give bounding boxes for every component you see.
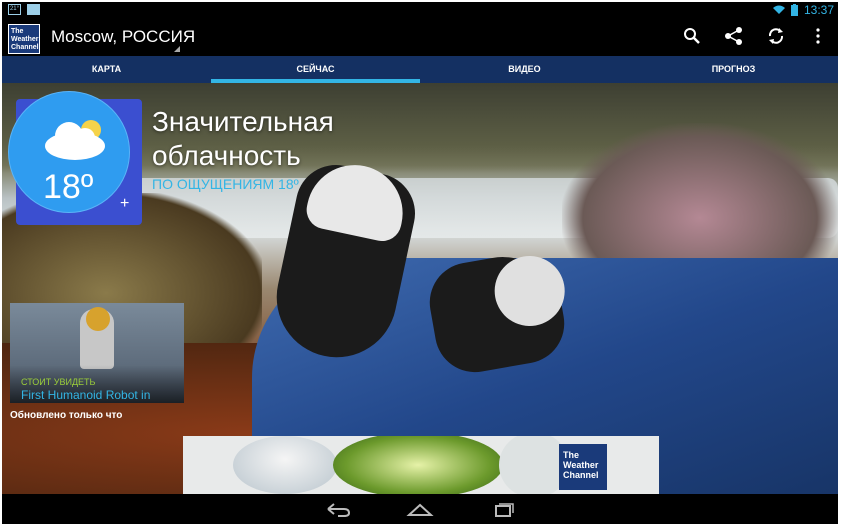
navigation-bar: [2, 494, 838, 524]
news-title[interactable]: First Humanoid Robot in: [21, 388, 150, 402]
tab-map[interactable]: КАРТА: [2, 56, 211, 83]
overflow-menu-icon[interactable]: [808, 24, 828, 48]
weather-notification-icon: 21°: [8, 4, 21, 15]
news-kicker: СТОИТ УВИДЕТЬ: [21, 377, 96, 387]
status-bar: 21° 13:37: [2, 2, 838, 18]
featured-news-card[interactable]: СТОИТ УВИДЕТЬ First Humanoid Robot in: [10, 303, 184, 403]
tab-video[interactable]: ВИДЕО: [420, 56, 629, 83]
wifi-icon: [772, 5, 785, 14]
tab-now[interactable]: СЕЙЧАС: [211, 56, 420, 83]
condition-line-2: облачность: [152, 140, 301, 171]
recent-apps-icon[interactable]: [490, 501, 518, 519]
condition-line-1: Значительная: [152, 106, 334, 137]
action-icons: [682, 24, 828, 48]
share-icon[interactable]: [724, 24, 744, 48]
background-photo: 18º + Значительная облачность ПО ОЩУЩЕНИ…: [2, 83, 838, 494]
ad-banner[interactable]: The Weather Channel: [183, 436, 659, 494]
back-icon[interactable]: [324, 501, 352, 519]
feels-like-text: ПО ОЩУЩЕНИЯМ 18º: [152, 176, 299, 192]
refresh-icon[interactable]: [766, 24, 786, 48]
temperature-value: 18º: [43, 168, 94, 206]
robot-head: [86, 307, 110, 331]
location-spinner[interactable]: Moscow, РОССИЯ: [51, 27, 195, 47]
search-icon[interactable]: [682, 24, 702, 48]
tab-bar: КАРТА СЕЙЧАС ВИДЕО ПРОГНОЗ: [2, 56, 838, 83]
ad-weather-channel-logo: The Weather Channel: [559, 444, 607, 490]
weather-channel-logo[interactable]: The Weather Channel: [8, 24, 40, 54]
expand-plus-icon[interactable]: +: [120, 195, 129, 213]
home-icon[interactable]: [406, 501, 434, 519]
condition-text: Значительная облачность: [152, 105, 334, 173]
partly-cloudy-icon: [45, 120, 105, 160]
image-notification-icon: [27, 4, 40, 15]
spinner-indicator-icon: [174, 46, 180, 52]
tab-forecast[interactable]: ПРОГНОЗ: [629, 56, 838, 83]
system-icons: 13:37: [772, 3, 834, 17]
device-screen: 21° 13:37 The Weather Channel Moscow, РО…: [2, 2, 838, 524]
notification-icons: 21°: [8, 4, 40, 15]
ad-image-forest: [333, 436, 503, 494]
battery-icon: [790, 4, 798, 16]
current-temperature-card[interactable]: 18º +: [8, 91, 142, 225]
action-bar: The Weather Channel Moscow, РОССИЯ: [2, 18, 838, 56]
ad-image-sled: [233, 436, 337, 494]
clock: 13:37: [803, 3, 834, 17]
updated-status: Обновлено только что: [10, 410, 123, 421]
temperature-circle: 18º: [8, 91, 130, 213]
